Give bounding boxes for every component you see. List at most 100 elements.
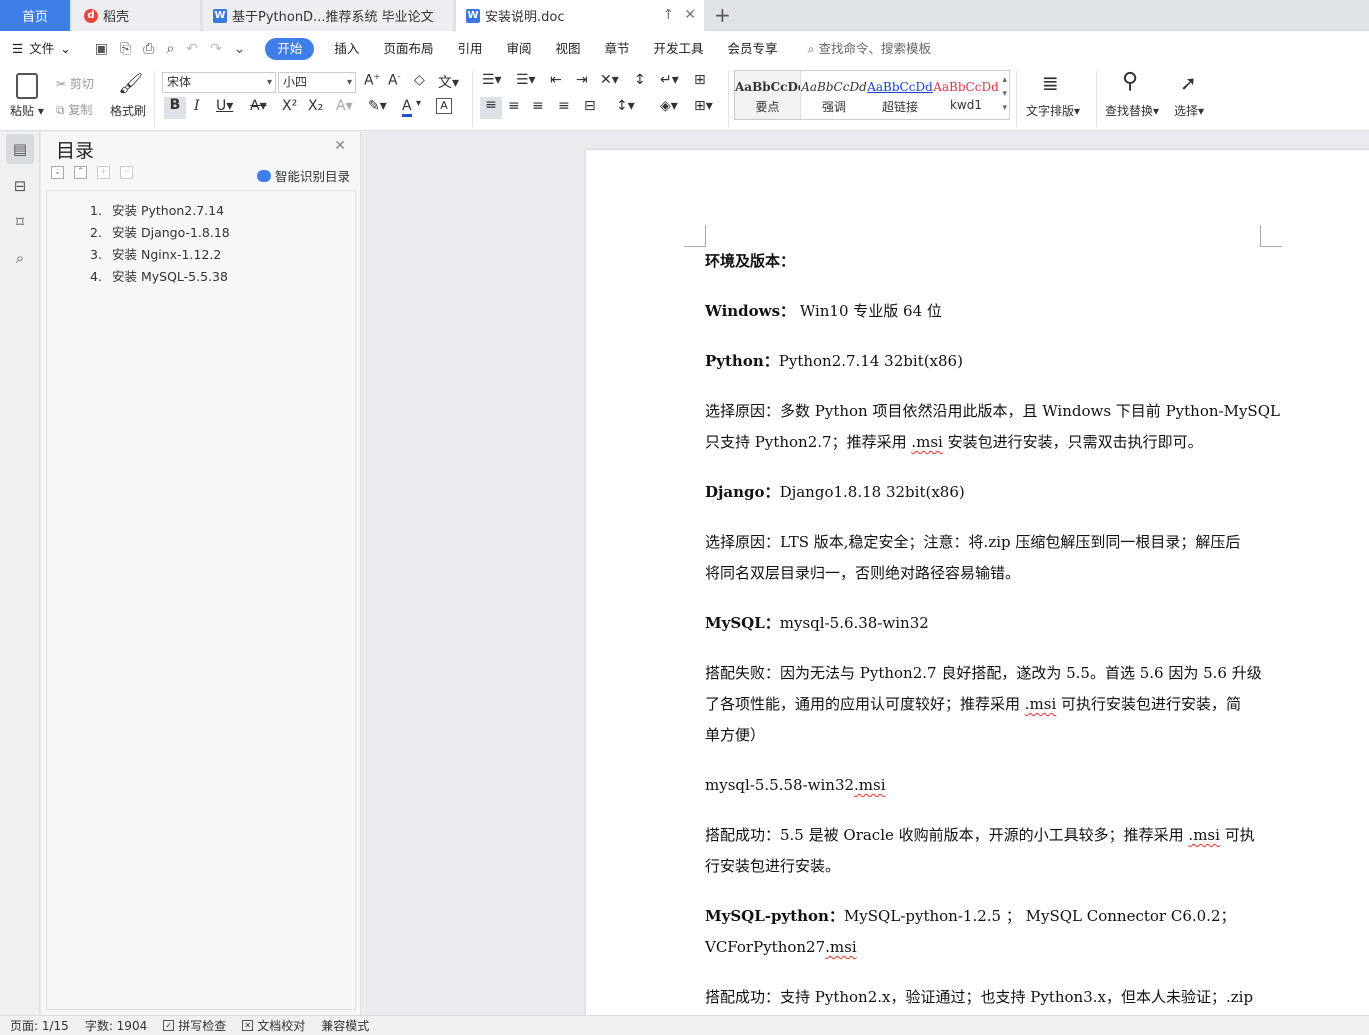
toc-item[interactable]: 4. 安装 MySQL-5.5.38: [90, 266, 228, 285]
shading-icon[interactable]: ◈▾: [660, 98, 678, 114]
italic-icon[interactable]: I: [194, 98, 200, 114]
text-run: mysql-5.5.58-win32: [705, 776, 855, 794]
chinese-layout-icon[interactable]: ✕▾: [600, 72, 619, 88]
justify-icon[interactable]: ≡: [558, 98, 570, 114]
superscript-icon[interactable]: X²: [282, 98, 297, 114]
close-icon[interactable]: ✕: [684, 7, 696, 23]
cursor-icon[interactable]: ➚: [1180, 71, 1197, 95]
show-marks-icon[interactable]: ↵▾: [660, 72, 679, 88]
tab-install-doc[interactable]: W 安装说明.doc ↑ ✕: [456, 0, 704, 31]
format-painter-button[interactable]: 格式刷: [110, 102, 146, 119]
text-layout-button[interactable]: 文字排版▾: [1026, 102, 1080, 119]
menu-tab-layout[interactable]: 页面布局: [371, 38, 445, 60]
gallery-scroll[interactable]: ▴ ▾ ▾: [1002, 73, 1007, 115]
magnifier-icon[interactable]: ⚲: [1122, 69, 1138, 94]
style-key-point[interactable]: AaBbCcDd 要点: [735, 71, 801, 119]
search-icon[interactable]: ⌕: [10, 248, 30, 268]
text-effect-icon[interactable]: A▾: [336, 98, 353, 114]
spell-check-button[interactable]: ✓ 拼写检查: [163, 1017, 226, 1034]
tab-stops-icon[interactable]: ⊞: [694, 72, 706, 88]
menu-tab-view[interactable]: 视图: [543, 38, 592, 60]
find-replace-button[interactable]: 查找替换▾: [1105, 102, 1159, 119]
print-icon[interactable]: ⎙: [143, 41, 154, 57]
phonetic-icon[interactable]: 文▾: [438, 72, 459, 92]
paste-icon[interactable]: [16, 73, 38, 99]
font-color-icon[interactable]: A: [402, 98, 412, 117]
bookmark-icon[interactable]: ⌑: [10, 212, 30, 232]
document-page[interactable]: 环境及版本： Windows： Win10 专业版 64 位 Python：Py…: [586, 150, 1369, 1015]
menu-tab-references[interactable]: 引用: [445, 38, 494, 60]
close-icon[interactable]: ✕: [334, 138, 346, 154]
align-left-icon[interactable]: ≡: [480, 97, 502, 119]
strikethrough-icon[interactable]: A▾: [250, 98, 267, 114]
command-search[interactable]: ⌕ 查找命令、搜索模板: [796, 38, 944, 60]
page-indicator[interactable]: 页面: 1/15: [10, 1017, 69, 1034]
smart-toc-button[interactable]: 智能识别目录: [256, 166, 350, 185]
add-heading-icon[interactable]: +: [97, 166, 110, 179]
menu-tab-member[interactable]: 会员专享: [716, 38, 790, 60]
section-nav-icon[interactable]: ⊟: [10, 176, 30, 196]
underline-icon[interactable]: U▾: [216, 98, 233, 114]
undo-icon[interactable]: ↶: [186, 41, 198, 57]
shrink-font-icon[interactable]: A-: [388, 72, 400, 89]
align-center-icon[interactable]: ≡: [508, 98, 520, 114]
toc-item[interactable]: 1. 安装 Python2.7.14: [90, 200, 224, 219]
style-kwd1[interactable]: AaBbCcDd kwd1: [933, 71, 999, 119]
toc-item[interactable]: 3. 安装 Nginx-1.12.2: [90, 244, 221, 263]
bullet-list-icon[interactable]: ☰▾: [482, 72, 502, 88]
save-icon[interactable]: ▣: [95, 41, 108, 57]
redo-icon[interactable]: ↷: [210, 41, 222, 57]
menu-tab-insert[interactable]: 插入: [322, 38, 371, 60]
bold-icon[interactable]: B: [164, 97, 186, 119]
tab-home[interactable]: 首页: [0, 0, 70, 31]
align-right-icon[interactable]: ≡: [532, 98, 544, 114]
paste-button[interactable]: 粘贴 ▾: [10, 102, 44, 119]
copy-button[interactable]: ⧉ 复制: [56, 101, 92, 118]
font-size-select[interactable]: 小四: [278, 72, 356, 93]
line-spacing-icon[interactable]: ↕▾: [616, 98, 635, 114]
menu-tab-start[interactable]: 开始: [265, 38, 315, 60]
select-button[interactable]: 选择▾: [1174, 102, 1204, 119]
proofread-button[interactable]: ✕ 文档校对: [242, 1017, 305, 1034]
cut-button[interactable]: ✂ 剪切: [56, 75, 94, 92]
tab-daoke[interactable]: d 稻壳: [72, 0, 200, 31]
toc-item[interactable]: 2. 安装 Django-1.8.18: [90, 222, 230, 241]
sort-icon[interactable]: ↕: [634, 72, 646, 88]
customize-icon[interactable]: ⌄: [234, 41, 246, 57]
style-hyperlink[interactable]: AaBbCcDd 超链接: [867, 71, 933, 119]
tab-daoke-label: 稻壳: [103, 10, 130, 25]
pin-icon[interactable]: ↑: [663, 7, 675, 23]
remove-heading-icon[interactable]: −: [120, 166, 133, 179]
toc-panel-icon[interactable]: ▤: [6, 134, 34, 164]
decrease-indent-icon[interactable]: ⇤: [550, 72, 562, 88]
increase-indent-icon[interactable]: ⇥: [576, 72, 588, 88]
highlight-icon[interactable]: ✎▾: [368, 98, 387, 114]
char-border-icon[interactable]: A: [436, 98, 452, 114]
menu-tab-developer[interactable]: 开发工具: [642, 38, 716, 60]
clear-format-icon[interactable]: ◇: [414, 72, 425, 88]
chevron-down-icon[interactable]: ▾: [416, 98, 421, 109]
menu-tab-chapter[interactable]: 章节: [593, 38, 642, 60]
new-tab-icon[interactable]: +: [714, 3, 731, 27]
font-name-select[interactable]: 宋体: [162, 72, 276, 93]
borders-icon[interactable]: ⊞▾: [694, 98, 713, 114]
export-icon[interactable]: ⎘: [120, 41, 131, 57]
word-count[interactable]: 字数: 1904: [85, 1017, 147, 1034]
distribute-icon[interactable]: ⊟: [584, 98, 596, 114]
collapse-icon[interactable]: ⌃: [74, 166, 87, 179]
menu-tab-review[interactable]: 审阅: [494, 38, 543, 60]
tab-thesis-doc[interactable]: W 基于PythonD...推荐系统 毕业论文: [203, 0, 453, 31]
expand-icon[interactable]: ⌄: [51, 166, 64, 179]
style-emphasis[interactable]: AaBbCcDd 强调: [801, 71, 867, 119]
print-preview-icon[interactable]: ⌕: [166, 41, 174, 57]
numbered-list-icon[interactable]: ☰▾: [516, 72, 536, 88]
document-area[interactable]: 环境及版本： Windows： Win10 专业版 64 位 Python：Py…: [362, 132, 1369, 1015]
mysql-fail-line-3: 单方便）: [705, 726, 766, 744]
grow-font-icon[interactable]: A+: [364, 72, 380, 89]
subscript-icon[interactable]: X₂: [308, 98, 323, 114]
format-painter-icon[interactable]: 🖌: [118, 71, 143, 95]
windows-label: Windows：: [705, 302, 796, 320]
text-layout-icon[interactable]: ≣: [1042, 71, 1059, 95]
file-menu[interactable]: ☰ 文件 ⌄: [0, 38, 83, 60]
text-run: VCForPython27: [705, 938, 826, 956]
